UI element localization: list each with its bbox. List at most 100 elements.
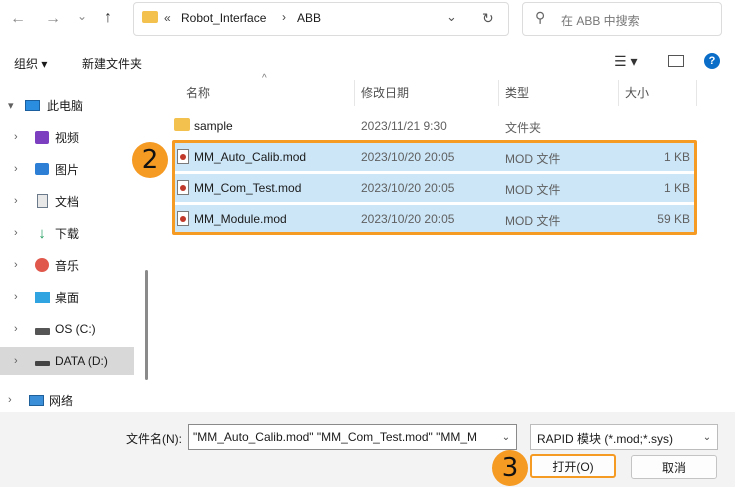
- sidebar-item-pictures[interactable]: › 图片: [0, 155, 134, 183]
- file-date: 2023/10/20 20:05: [361, 212, 455, 226]
- search-icon: ⚲: [535, 9, 546, 25]
- list-item-file[interactable]: MM_Module.mod 2023/10/20 20:05 MOD 文件 59…: [172, 205, 696, 233]
- folder-icon: [174, 118, 190, 131]
- column-divider[interactable]: [696, 80, 697, 106]
- chevron-right-icon[interactable]: ›: [14, 259, 18, 271]
- column-divider[interactable]: [354, 80, 355, 106]
- file-name: sample: [194, 119, 233, 133]
- sort-ascending-icon: ^: [262, 73, 267, 84]
- file-date: 2023/10/20 20:05: [361, 181, 455, 195]
- chevron-down-icon[interactable]: ▾: [8, 99, 14, 112]
- preview-pane-icon[interactable]: [668, 55, 684, 67]
- video-icon: [34, 129, 50, 145]
- search-input[interactable]: 在 ABB 中搜索: [561, 12, 640, 29]
- mod-file-icon: [177, 211, 189, 226]
- pictures-icon: [34, 161, 50, 177]
- filter-value: RAPID 模块 (*.mod;*.sys): [537, 432, 674, 446]
- list-item-file[interactable]: MM_Com_Test.mod 2023/10/20 20:05 MOD 文件 …: [172, 174, 696, 202]
- help-icon[interactable]: ?: [704, 53, 720, 69]
- file-name: MM_Auto_Calib.mod: [194, 150, 307, 164]
- filename-input[interactable]: "MM_Auto_Calib.mod" "MM_Com_Test.mod" "M…: [188, 424, 517, 450]
- column-divider[interactable]: [618, 80, 619, 106]
- column-header-name[interactable]: 名称: [186, 84, 210, 101]
- file-type: MOD 文件: [505, 183, 561, 197]
- new-folder-button[interactable]: 新建文件夹: [82, 55, 142, 72]
- step-3-badge: 3: [492, 450, 528, 486]
- recent-locations-icon[interactable]: ⌄: [77, 8, 87, 24]
- sidebar-item-desktop[interactable]: › 桌面: [0, 283, 134, 311]
- sidebar-scrollbar[interactable]: [145, 270, 148, 380]
- list-item-file[interactable]: MM_Auto_Calib.mod 2023/10/20 20:05 MOD 文…: [172, 143, 696, 171]
- file-type: 文件夹: [505, 121, 542, 135]
- pc-icon: [24, 97, 40, 113]
- drive-c-icon: [34, 321, 50, 337]
- refresh-icon[interactable]: ↻: [482, 10, 494, 27]
- column-header-date[interactable]: 修改日期: [361, 84, 409, 101]
- column-header-size[interactable]: 大小: [625, 84, 649, 101]
- file-type-filter[interactable]: RAPID 模块 (*.mod;*.sys) ⌄: [530, 424, 718, 450]
- file-date: 2023/11/21 9:30: [361, 119, 447, 133]
- download-icon: ↓: [38, 224, 46, 242]
- sidebar-item-network[interactable]: › 网络: [0, 386, 128, 414]
- sidebar-item-label: 图片: [55, 162, 80, 177]
- file-type: MOD 文件: [505, 152, 561, 166]
- sidebar-item-downloads[interactable]: › ↓ 下载: [0, 219, 134, 247]
- back-icon[interactable]: ←: [10, 11, 26, 27]
- navigation-pane: ▾ 此电脑 › 视频 › 图片 › 文档 › ↓ 下载 › 音乐 › 桌面 › …: [0, 80, 140, 410]
- sidebar-item-label: 视频: [55, 130, 80, 145]
- sidebar-item-documents[interactable]: › 文档: [0, 187, 134, 215]
- chevron-down-icon[interactable]: ⌄: [446, 9, 457, 25]
- breadcrumb-abb[interactable]: ABB: [297, 11, 321, 25]
- filename-value: "MM_Auto_Calib.mod" "MM_Com_Test.mod" "M…: [193, 430, 478, 444]
- sidebar-item-videos[interactable]: › 视频: [0, 123, 134, 151]
- mod-file-icon: [177, 180, 189, 195]
- file-size: 1 KB: [663, 150, 690, 164]
- network-icon: [28, 392, 44, 408]
- sidebar-item-drive-d[interactable]: › DATA (D:): [0, 347, 134, 375]
- chevron-right-icon[interactable]: ›: [14, 131, 18, 143]
- overflow-icon[interactable]: «: [164, 11, 171, 25]
- sidebar-item-label: 此电脑: [47, 98, 84, 113]
- address-bar[interactable]: « Robot_Interface › ABB ⌄ ↻: [133, 2, 509, 36]
- chevron-right-icon[interactable]: ›: [14, 163, 18, 175]
- documents-icon: [34, 193, 50, 209]
- chevron-down-icon[interactable]: ⌄: [699, 427, 715, 447]
- sidebar-item-label: OS (C:): [55, 322, 96, 336]
- search-box[interactable]: ⚲ 在 ABB 中搜索: [522, 2, 722, 36]
- chevron-right-icon[interactable]: ›: [14, 355, 18, 367]
- list-item-folder-sample[interactable]: sample 2023/11/21 9:30 文件夹: [172, 112, 696, 140]
- sidebar-item-label: 文档: [55, 194, 80, 209]
- chevron-right-icon[interactable]: ›: [14, 195, 18, 207]
- chevron-right-icon[interactable]: ›: [14, 323, 18, 335]
- sidebar-item-label: 音乐: [55, 258, 80, 273]
- forward-icon[interactable]: →: [45, 11, 61, 27]
- file-name: MM_Module.mod: [194, 212, 287, 226]
- sidebar-item-label: 网络: [49, 393, 74, 408]
- breadcrumb-robot-interface[interactable]: Robot_Interface: [181, 11, 266, 25]
- column-divider[interactable]: [498, 80, 499, 106]
- up-icon[interactable]: ↑: [104, 10, 112, 26]
- step-2-badge: 2: [132, 142, 168, 178]
- chevron-right-icon[interactable]: ›: [14, 227, 18, 239]
- file-date: 2023/10/20 20:05: [361, 150, 455, 164]
- sidebar-item-music[interactable]: › 音乐: [0, 251, 134, 279]
- chevron-down-icon[interactable]: ⌄: [498, 427, 514, 447]
- breadcrumb-separator: ›: [282, 10, 286, 24]
- sidebar-item-this-pc[interactable]: ▾ 此电脑: [0, 91, 134, 119]
- chevron-right-icon[interactable]: ›: [14, 291, 18, 303]
- sidebar-item-label: DATA (D:): [55, 354, 108, 368]
- chevron-right-icon[interactable]: ›: [8, 394, 12, 406]
- organize-menu[interactable]: 组织 ▾: [14, 55, 47, 72]
- view-menu-icon[interactable]: ☰ ▾: [614, 53, 637, 70]
- mod-file-icon: [177, 149, 189, 164]
- column-header-type[interactable]: 类型: [505, 84, 529, 101]
- cancel-button[interactable]: 取消: [631, 455, 717, 479]
- filename-label: 文件名(N):: [126, 432, 182, 446]
- desktop-icon: [34, 289, 50, 305]
- open-button[interactable]: 打开(O): [530, 454, 616, 478]
- sidebar-item-drive-c[interactable]: › OS (C:): [0, 315, 134, 343]
- music-icon: [34, 257, 50, 273]
- file-size: 59 KB: [657, 212, 690, 226]
- file-type: MOD 文件: [505, 214, 561, 228]
- folder-icon: [142, 11, 158, 23]
